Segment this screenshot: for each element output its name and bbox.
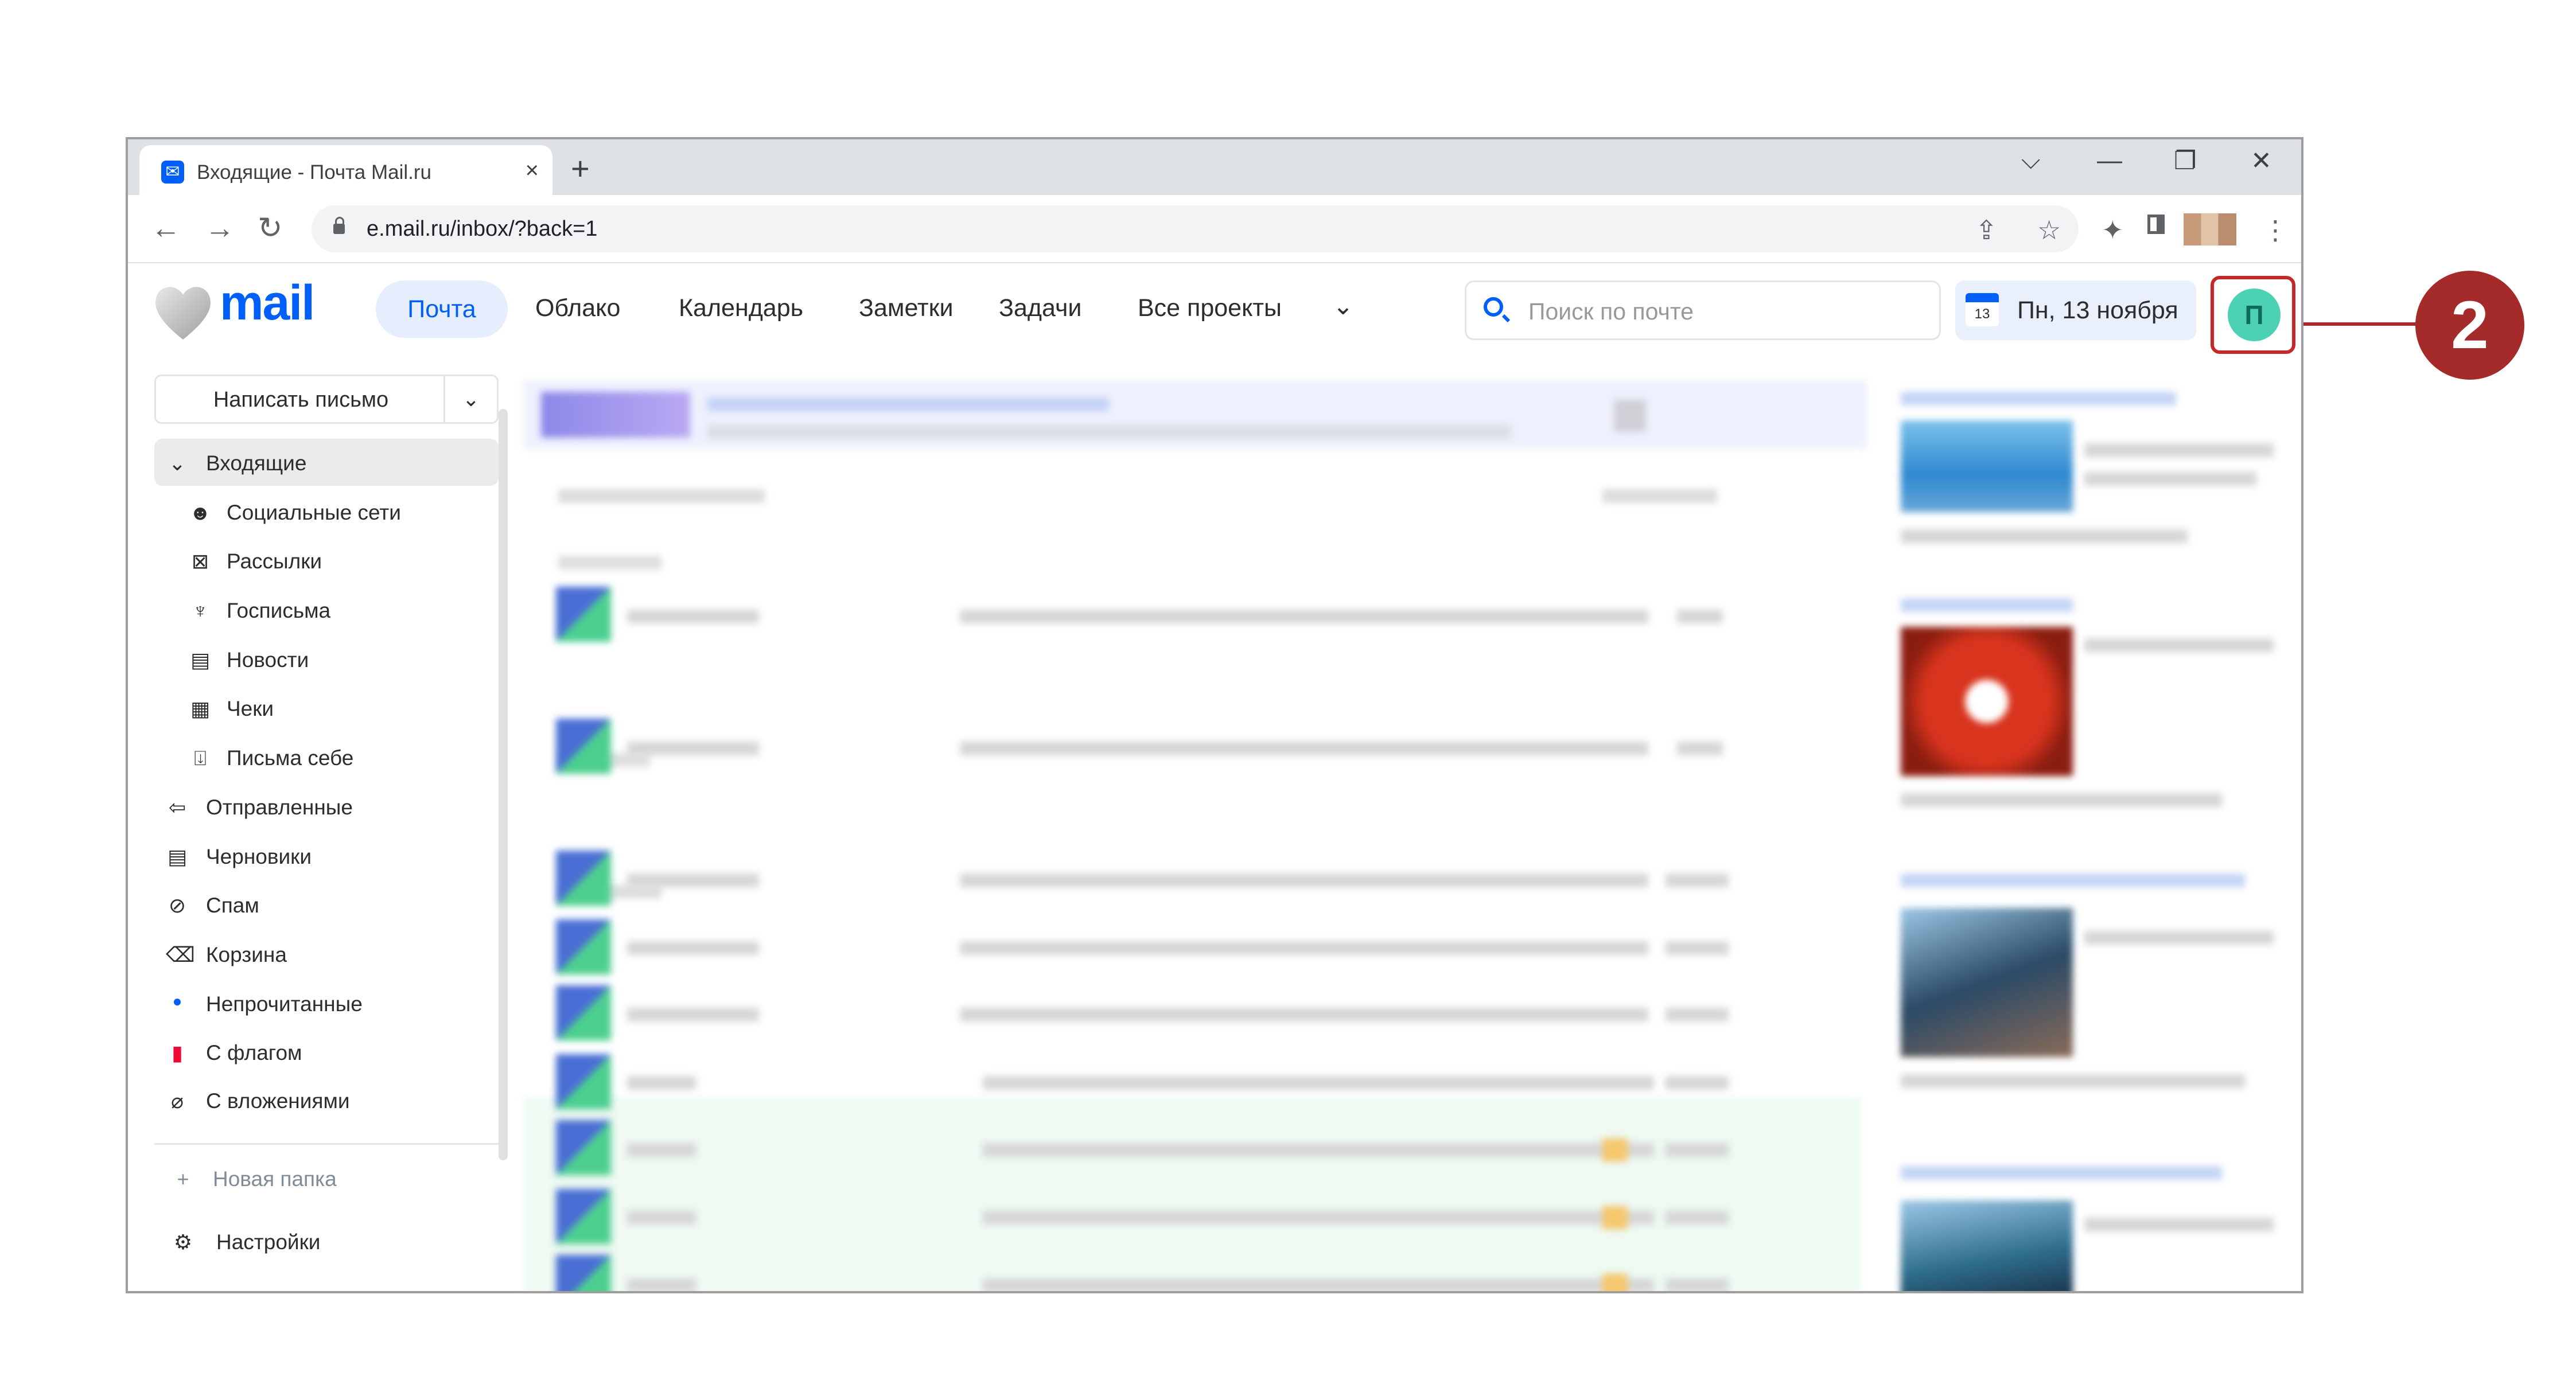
folder-label: Входящие (206, 451, 307, 475)
folder-label: Социальные сети (227, 501, 401, 524)
chevron-down-icon[interactable]: ⌄ (1333, 292, 1353, 321)
folder-drafts[interactable]: ▤ Черновики (154, 832, 499, 879)
folder-social[interactable]: ☻ Социальные сети (154, 488, 499, 535)
user-avatar[interactable]: П (2228, 288, 2281, 341)
folder-label: Корзина (206, 943, 287, 966)
folder-label: Письма себе (227, 746, 354, 770)
folder-label: Новости (227, 648, 309, 672)
folder-sent[interactable]: ⇦ Отправленные (154, 783, 499, 830)
compose-label: Написать письмо (213, 388, 389, 412)
current-date: Пн, 13 ноября (2017, 297, 2178, 324)
date-widget[interactable]: 13 Пн, 13 ноября (1955, 280, 2196, 340)
folder-label: Черновики (206, 845, 312, 868)
plus-icon: + (177, 1167, 189, 1191)
compose-dropdown-icon[interactable]: ⌄ (443, 376, 497, 422)
folder-to-self[interactable]: ⍗ Письма себе (154, 734, 499, 781)
browser-window: ✉ Входящие - Почта Mail.ru × + ⌵ — ❐ ✕ ←… (126, 137, 2303, 1293)
forward-icon[interactable]: → (205, 211, 235, 245)
lock-icon (333, 217, 345, 234)
folder-flagged[interactable]: ▮ С флагом (154, 1028, 499, 1075)
extensions-icon[interactable]: ✦ (2102, 215, 2124, 245)
paperclip-icon: ⌀ (171, 1089, 184, 1113)
nav-calendar[interactable]: Календарь (679, 294, 803, 322)
search-placeholder: Поиск по почте (1528, 298, 1694, 325)
folder-label: Рассылки (227, 549, 322, 573)
unread-dot-icon: ● (172, 992, 182, 1010)
folder-label: Госписьма (227, 599, 331, 622)
browser-profile-avatar[interactable] (2184, 213, 2236, 245)
folder-gov[interactable]: ♆ Госписьма (154, 586, 499, 633)
nav-cloud[interactable]: Облако (535, 294, 620, 322)
side-panel-icon[interactable] (2147, 215, 2165, 234)
newsletter-icon: ⊠ (191, 549, 209, 573)
back-icon[interactable]: ← (151, 211, 181, 245)
url-text: e.mail.ru/inbox/?back=1 (367, 217, 598, 241)
new-tab-button[interactable]: + (571, 150, 590, 187)
folder-spam[interactable]: ⊘ Спам (154, 881, 499, 928)
close-window-icon[interactable]: ✕ (2251, 146, 2272, 176)
settings-button[interactable]: ⚙ Настройки (154, 1218, 499, 1265)
nav-mail[interactable]: Почта (376, 280, 508, 338)
tab-close-icon[interactable]: × (526, 158, 539, 184)
tab-strip: ✉ Входящие - Почта Mail.ru × + ⌵ — ❐ ✕ (128, 139, 2301, 195)
flag-icon: ▮ (172, 1041, 183, 1065)
folder-trash[interactable]: ⌫ Корзина (154, 930, 499, 977)
mail-list-blurred (524, 380, 1866, 1291)
tab-title: Входящие - Почта Mail.ru (197, 161, 431, 184)
browser-menu-icon[interactable]: ⋮ (2262, 215, 2289, 245)
mail-logo-text[interactable]: mail (220, 275, 315, 332)
nav-notes[interactable]: Заметки (859, 294, 953, 322)
step-callout-badge: 2 (2415, 271, 2524, 380)
folder-label: Отправленные (206, 796, 353, 819)
folder-label: С флагом (206, 1041, 302, 1065)
ads-column-blurred (1895, 380, 2285, 1291)
folder-inbox[interactable]: ⌄ Входящие (154, 439, 499, 486)
calendar-icon: 13 (1966, 293, 1999, 326)
folder-label: С вложениями (206, 1089, 350, 1113)
spam-icon: ⊘ (168, 894, 186, 917)
folder-label: Непрочитанные (206, 992, 363, 1016)
gear-icon: ⚙ (173, 1230, 193, 1254)
restore-icon[interactable]: ❐ (2174, 146, 2196, 176)
nav-tasks[interactable]: Задачи (999, 294, 1081, 322)
compose-button[interactable]: Написать письмо ⌄ (154, 375, 499, 424)
folder-newsletters[interactable]: ⊠ Рассылки (154, 537, 499, 584)
receipt-icon: ▦ (190, 697, 210, 720)
mail-favicon-icon: ✉ (161, 161, 184, 184)
folder-attachments[interactable]: ⌀ С вложениями (154, 1077, 499, 1124)
self-mail-icon: ⍗ (194, 746, 207, 770)
browser-toolbar: ← → ↻ e.mail.ru/inbox/?back=1 ⇪ ☆ ✦ ⋮ (128, 195, 2301, 263)
folder-unread[interactable]: ● Непрочитанные (154, 980, 499, 1027)
share-icon[interactable]: ⇪ (1975, 215, 1998, 245)
drafts-icon: ▤ (167, 845, 187, 868)
folder-label: Спам (206, 894, 259, 917)
chevron-down-icon: ⌄ (168, 451, 186, 475)
minimize-icon[interactable]: — (2097, 146, 2122, 175)
mail-search-input[interactable]: Поиск по почте (1465, 280, 1941, 340)
bookmark-star-icon[interactable]: ☆ (2037, 215, 2061, 245)
folder-news[interactable]: ▤ Новости (154, 635, 499, 683)
folder-receipts[interactable]: ▦ Чеки (154, 684, 499, 731)
sent-icon: ⇦ (168, 796, 186, 819)
people-icon: ☻ (189, 501, 211, 524)
new-folder-button[interactable]: + Новая папка (154, 1155, 499, 1202)
folder-label: Чеки (227, 697, 274, 720)
settings-label: Настройки (216, 1230, 321, 1254)
avatar-highlight: П (2211, 276, 2295, 354)
nav-all-projects[interactable]: Все проекты (1138, 294, 1282, 322)
new-folder-label: Новая папка (213, 1167, 337, 1191)
address-bar[interactable]: e.mail.ru/inbox/?back=1 (312, 205, 2079, 252)
mail-header: mail Почта Облако Календарь Заметки Зада… (128, 263, 2301, 354)
sidebar-divider (154, 1143, 499, 1145)
mail-heart-logo-icon (155, 287, 211, 340)
reload-icon[interactable]: ↻ (258, 211, 283, 245)
browser-tab[interactable]: ✉ Входящие - Почта Mail.ru × (139, 145, 552, 195)
sidebar-scrollbar[interactable] (499, 409, 508, 1160)
gov-emblem-icon: ♆ (192, 599, 208, 622)
search-icon (1484, 297, 1503, 317)
news-icon: ▤ (190, 648, 210, 672)
callout-connector (2303, 322, 2418, 326)
tab-search-icon[interactable]: ⌵ (2021, 146, 2040, 175)
trash-icon: ⌫ (166, 943, 195, 966)
